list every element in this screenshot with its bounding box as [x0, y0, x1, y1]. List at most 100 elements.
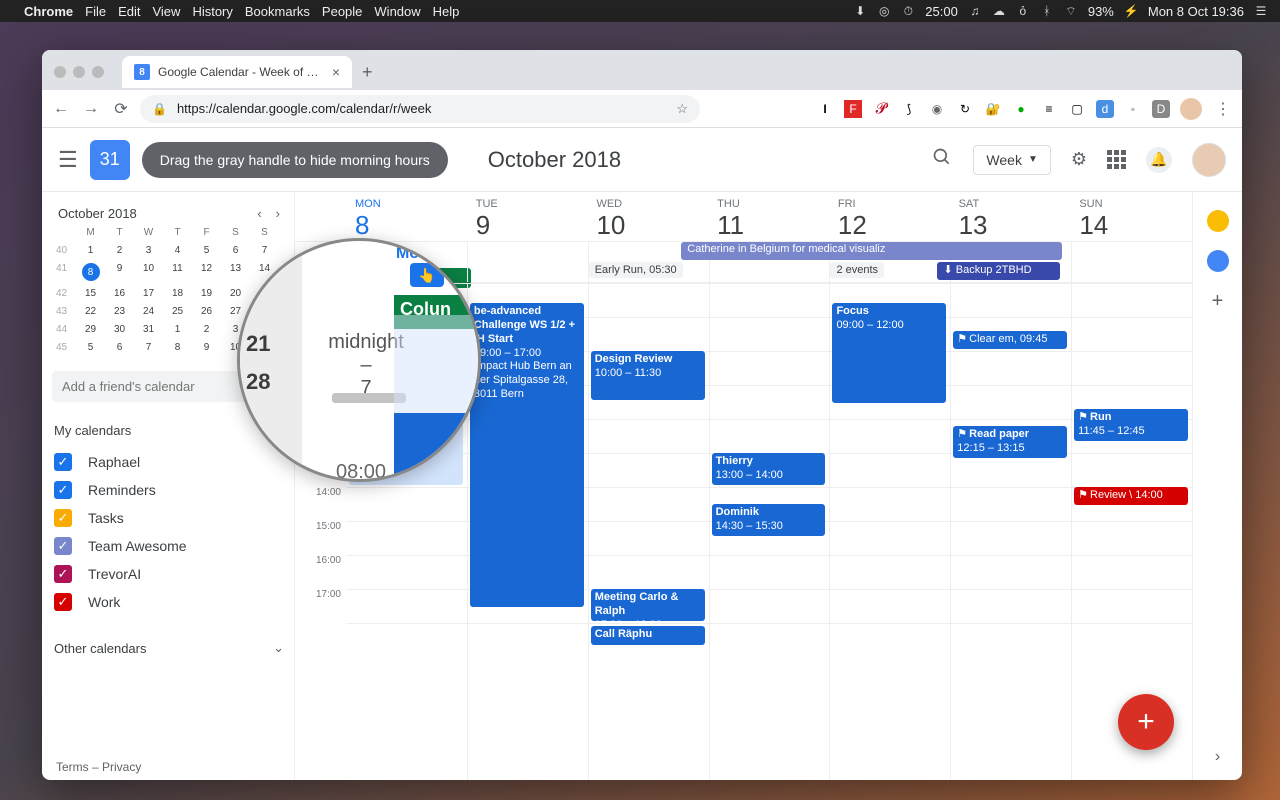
- close-tab-icon[interactable]: ×: [332, 64, 340, 80]
- calendar-event[interactable]: Meeting Carlo & Ralph17:00 – 18:00: [591, 589, 705, 621]
- window-controls[interactable]: [54, 66, 104, 78]
- ext-box-icon[interactable]: ▢: [1068, 100, 1086, 118]
- ext-d2-icon[interactable]: D: [1152, 100, 1170, 118]
- bluetooth-icon[interactable]: ᚼ: [1040, 4, 1054, 18]
- minical-next-icon[interactable]: ›: [276, 206, 280, 221]
- calendar-item[interactable]: ✓Reminders: [52, 476, 286, 504]
- wifi-icon[interactable]: ⌔: [1064, 4, 1078, 19]
- address-bar[interactable]: 🔒 https://calendar.google.com/calendar/r…: [140, 95, 700, 123]
- ext-lock-icon[interactable]: 🔐: [984, 100, 1002, 118]
- calendar-event[interactable]: Call Räphu: [591, 626, 705, 644]
- list-icon[interactable]: ☰: [1254, 4, 1268, 18]
- keep-icon[interactable]: [1207, 210, 1229, 232]
- menu-people[interactable]: People: [322, 4, 362, 19]
- settings-icon[interactable]: ⚙: [1071, 149, 1087, 170]
- ext-camera-icon[interactable]: ◉: [928, 100, 946, 118]
- ext-buffer-icon[interactable]: ≡: [1040, 100, 1058, 118]
- pomodoro-time[interactable]: 25:00: [925, 4, 958, 19]
- ext-flipboard-icon[interactable]: F: [844, 100, 862, 118]
- account-avatar-icon[interactable]: [1192, 143, 1226, 177]
- flame-icon[interactable]: ỏ: [1016, 4, 1030, 18]
- tomato-icon[interactable]: ⏱: [901, 4, 915, 19]
- calendar-item[interactable]: ✓Team Awesome: [52, 532, 286, 560]
- menu-bookmarks[interactable]: Bookmarks: [245, 4, 310, 19]
- two-events[interactable]: 2 events: [830, 262, 884, 278]
- early-run[interactable]: Early Run, 05:30: [589, 262, 683, 278]
- calendar-event[interactable]: Design Review10:00 – 11:30: [591, 351, 705, 400]
- apps-grid-icon[interactable]: [1107, 150, 1126, 169]
- menu-edit[interactable]: Edit: [118, 4, 140, 19]
- day-column[interactable]: ⚑Meditat, 08:00Thierry13:00 – 14:00Domin…: [709, 283, 830, 780]
- catherine-band[interactable]: Catherine in Belgium for medical visuali…: [681, 242, 1062, 260]
- headphones-icon[interactable]: ♫: [968, 4, 982, 18]
- search-icon[interactable]: [931, 147, 953, 172]
- reload-button[interactable]: ⟳: [110, 99, 132, 119]
- calendar-event[interactable]: ⚑Clear em, 09:45: [953, 331, 1067, 349]
- battery-icon[interactable]: ⚡: [1124, 4, 1138, 18]
- menu-file[interactable]: File: [85, 4, 106, 19]
- view-picker[interactable]: Week ▼: [973, 145, 1050, 175]
- calendar-event[interactable]: Thierry13:00 – 14:00: [712, 453, 826, 485]
- menu-view[interactable]: View: [152, 4, 180, 19]
- menu-window[interactable]: Window: [374, 4, 420, 19]
- ext-refresh-icon[interactable]: ↻: [956, 100, 974, 118]
- back-button[interactable]: ←: [50, 100, 72, 118]
- ext-d-icon[interactable]: d: [1096, 100, 1114, 118]
- browser-tab[interactable]: 8 Google Calendar - Week of Oct ×: [122, 56, 352, 88]
- calendar-event[interactable]: ⚑Read paper12:15 – 13:15: [953, 426, 1067, 458]
- tasks-icon[interactable]: [1207, 250, 1229, 272]
- ext-pinterest-icon[interactable]: 𝓟: [872, 100, 890, 118]
- add-addon-icon[interactable]: +: [1212, 290, 1224, 313]
- calendar-logo-icon[interactable]: 31: [90, 140, 130, 180]
- close-window-icon[interactable]: [54, 66, 66, 78]
- calendar-event[interactable]: ⚑Run11:45 – 12:45: [1074, 409, 1188, 441]
- calendar-event[interactable]: ⚑Review \ 14:00: [1074, 487, 1188, 505]
- add-friend-input[interactable]: [52, 371, 265, 402]
- terms-privacy[interactable]: Terms – Privacy: [52, 754, 286, 780]
- notifications-icon[interactable]: 🔔: [1146, 147, 1172, 173]
- allday-tue[interactable]: [467, 242, 588, 282]
- backup-band[interactable]: ⬇ Backup 2TBHD: [937, 262, 1059, 280]
- star-icon[interactable]: ☆: [676, 101, 688, 117]
- calendar-item[interactable]: ✓Tasks: [52, 504, 286, 532]
- ext-bird-icon[interactable]: ⟆: [900, 100, 918, 118]
- allday-sun[interactable]: [1071, 242, 1192, 282]
- hamburger-icon[interactable]: ☰: [58, 147, 78, 173]
- ext-instapaper-icon[interactable]: I: [816, 100, 834, 118]
- minimize-window-icon[interactable]: [73, 66, 85, 78]
- dropbox-icon[interactable]: ⬇: [853, 4, 867, 18]
- forward-button[interactable]: →: [80, 100, 102, 118]
- day-column[interactable]: ⚑Meditat, 08:00⚑Clear em, 09:45⚑Read pap…: [950, 283, 1071, 780]
- calendar-event[interactable]: Focus09:00 – 12:00: [832, 303, 946, 403]
- other-calendars-section[interactable]: Other calendars ⌄: [52, 634, 286, 666]
- cloud-icon[interactable]: ☁: [992, 4, 1006, 18]
- day-header[interactable]: Wed10: [588, 192, 709, 241]
- battery-pct[interactable]: 93%: [1088, 4, 1114, 19]
- minical-prev-icon[interactable]: ‹: [257, 206, 261, 221]
- profile-avatar-icon[interactable]: [1180, 98, 1202, 120]
- day-header[interactable]: Fri12: [830, 192, 951, 241]
- collapse-panel-icon[interactable]: ›: [1215, 748, 1220, 766]
- day-header[interactable]: Mon8: [347, 192, 468, 241]
- menu-history[interactable]: History: [192, 4, 232, 19]
- day-column[interactable]: ⚑Meditat, 08:00be-advanced Challenge WS …: [467, 283, 588, 780]
- day-header[interactable]: Sun14: [1071, 192, 1192, 241]
- ext-green-icon[interactable]: ●: [1012, 100, 1030, 118]
- ext-generic-icon[interactable]: ▪: [1124, 100, 1142, 118]
- menu-chrome[interactable]: Chrome: [24, 4, 73, 19]
- day-header[interactable]: Tue9: [468, 192, 589, 241]
- calendar-item[interactable]: ✓TrevorAI: [52, 560, 286, 588]
- menu-help[interactable]: Help: [433, 4, 460, 19]
- circle-icon[interactable]: ◎: [877, 4, 891, 18]
- day-column[interactable]: ⚑Meditat, 08:00Focus09:00 – 12:00: [829, 283, 950, 780]
- menu-button[interactable]: ⋮: [1212, 99, 1234, 119]
- create-event-fab[interactable]: +: [1118, 694, 1174, 750]
- day-header[interactable]: Thu11: [709, 192, 830, 241]
- day-header[interactable]: Sat13: [951, 192, 1072, 241]
- new-tab-button[interactable]: +: [362, 62, 373, 83]
- calendar-event[interactable]: Dominik14:30 – 15:30: [712, 504, 826, 536]
- calendar-event[interactable]: be-advanced Challenge WS 1/2 + IH Start0…: [470, 303, 584, 607]
- calendar-item[interactable]: ✓Work: [52, 588, 286, 616]
- day-column[interactable]: ⚑Meditat, 08:00Design Review10:00 – 11:3…: [588, 283, 709, 780]
- clock[interactable]: Mon 8 Oct 19:36: [1148, 4, 1244, 19]
